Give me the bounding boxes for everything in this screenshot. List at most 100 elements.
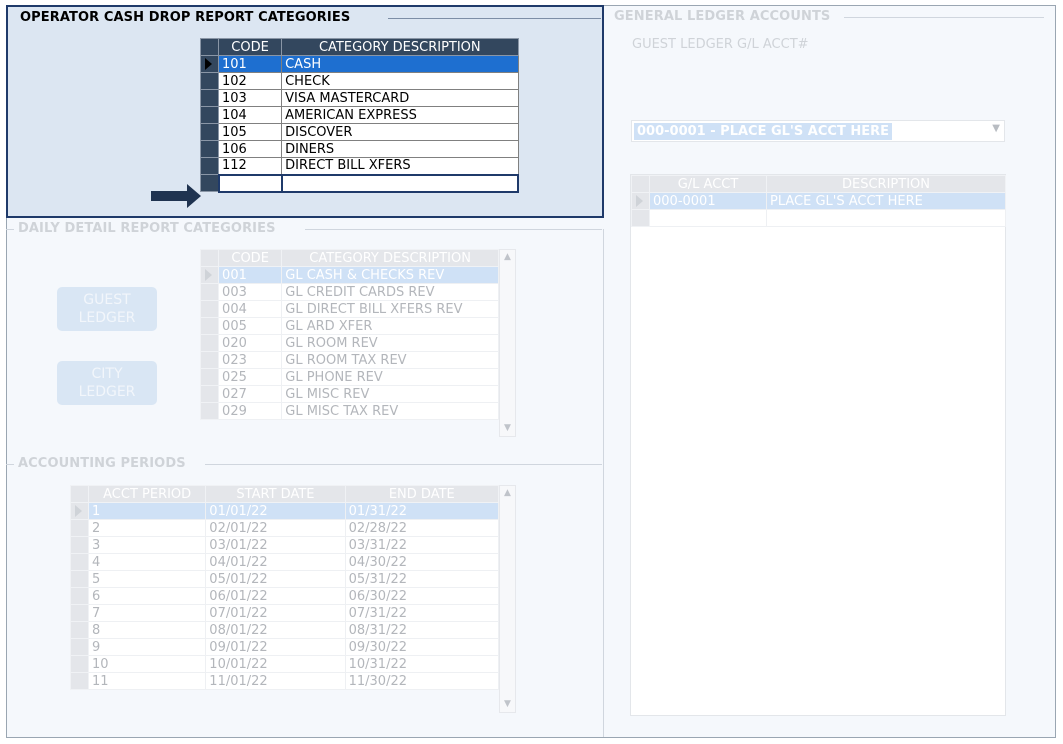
table-row[interactable]: 8 08/01/22 08/31/22: [69, 621, 500, 639]
table-row[interactable]: 027 GL MISC REV: [199, 385, 499, 403]
table-row[interactable]: 025 GL PHONE REV: [199, 368, 499, 386]
code-cell[interactable]: 112: [218, 157, 283, 175]
description-cell-empty[interactable]: [280, 173, 520, 193]
code-cell[interactable]: 102: [218, 72, 283, 90]
code-cell[interactable]: 105: [218, 123, 283, 141]
row-selector[interactable]: [199, 351, 220, 369]
row-selector[interactable]: [199, 123, 220, 141]
code-cell-empty[interactable]: [217, 173, 283, 193]
period-cell[interactable]: 6: [88, 587, 207, 605]
column-header-code[interactable]: CODE: [218, 249, 283, 267]
description-cell[interactable]: DIRECT BILL XFERS: [281, 157, 519, 175]
code-cell[interactable]: 023: [218, 351, 283, 369]
table-row[interactable]: 020 GL ROOM REV: [199, 334, 499, 352]
code-cell[interactable]: 027: [218, 385, 283, 403]
code-cell[interactable]: 003: [218, 283, 283, 301]
start-date-cell[interactable]: 07/01/22: [205, 604, 346, 622]
chevron-down-icon[interactable]: ▼: [500, 421, 515, 436]
description-cell[interactable]: GL ARD XFER: [281, 317, 499, 335]
new-row[interactable]: [631, 209, 1006, 227]
table-row[interactable]: 029 GL MISC TAX REV: [199, 402, 499, 420]
table-row[interactable]: 105 DISCOVER: [199, 123, 519, 141]
code-cell[interactable]: 103: [218, 89, 283, 107]
table-row[interactable]: 106 DINERS: [199, 140, 519, 158]
code-cell[interactable]: 004: [218, 300, 283, 318]
column-header-description[interactable]: CATEGORY DESCRIPTION: [281, 249, 499, 267]
chevron-down-icon[interactable]: ▼: [500, 697, 515, 712]
gl-acct-cell[interactable]: 000-0001: [649, 192, 767, 210]
row-selector[interactable]: [199, 317, 220, 335]
column-header-gl-acct[interactable]: G/L ACCT: [649, 175, 767, 193]
table-row[interactable]: 112 DIRECT BILL XFERS: [199, 157, 519, 175]
new-row[interactable]: [199, 173, 520, 193]
description-cell[interactable]: GL CASH & CHECKS REV: [281, 266, 499, 284]
gl-acct-cell-empty[interactable]: [649, 209, 767, 227]
start-date-cell[interactable]: 06/01/22: [205, 587, 346, 605]
table-row[interactable]: 9 09/01/22 09/30/22: [69, 638, 500, 656]
start-date-cell[interactable]: 05/01/22: [205, 570, 346, 588]
table-row[interactable]: 001 GL CASH & CHECKS REV: [199, 266, 499, 284]
start-date-cell[interactable]: 01/01/22: [205, 502, 346, 520]
start-date-cell[interactable]: 02/01/22: [205, 519, 346, 537]
code-cell[interactable]: 106: [218, 140, 283, 158]
city-ledger-button[interactable]: CITY LEDGER: [57, 361, 157, 405]
code-cell[interactable]: 020: [218, 334, 283, 352]
description-cell[interactable]: GL DIRECT BILL XFERS REV: [281, 300, 499, 318]
row-selector[interactable]: [69, 502, 90, 520]
row-selector[interactable]: [631, 192, 650, 210]
end-date-cell[interactable]: 02/28/22: [344, 519, 500, 537]
code-cell[interactable]: 005: [218, 317, 283, 335]
table-row[interactable]: 003 GL CREDIT CARDS REV: [199, 283, 499, 301]
description-cell[interactable]: AMERICAN EXPRESS: [281, 106, 519, 124]
operator-category-grid[interactable]: CODE CATEGORY DESCRIPTION 101 CASH 102 CHEC…: [199, 38, 520, 193]
row-selector[interactable]: [69, 536, 90, 554]
table-row[interactable]: 023 GL ROOM TAX REV: [199, 351, 499, 369]
code-cell[interactable]: 101: [218, 55, 283, 73]
description-cell[interactable]: GL PHONE REV: [281, 368, 499, 386]
period-cell[interactable]: 7: [88, 604, 207, 622]
chevron-up-icon[interactable]: ▲: [500, 250, 515, 265]
end-date-cell[interactable]: 01/31/22: [344, 502, 500, 520]
table-row[interactable]: 6 06/01/22 06/30/22: [69, 587, 500, 605]
start-date-cell[interactable]: 11/01/22: [205, 672, 346, 690]
period-cell[interactable]: 3: [88, 536, 207, 554]
code-cell[interactable]: 104: [218, 106, 283, 124]
row-selector[interactable]: [199, 385, 220, 403]
start-date-cell[interactable]: 09/01/22: [205, 638, 346, 656]
start-date-cell[interactable]: 10/01/22: [205, 655, 346, 673]
code-cell[interactable]: 001: [218, 266, 283, 284]
end-date-cell[interactable]: 09/30/22: [344, 638, 500, 656]
row-selector[interactable]: [199, 174, 220, 192]
period-cell[interactable]: 2: [88, 519, 207, 537]
column-header-description[interactable]: CATEGORY DESCRIPTION: [281, 38, 519, 56]
row-selector[interactable]: [69, 570, 90, 588]
table-row[interactable]: 4 04/01/22 04/30/22: [69, 553, 500, 571]
row-selector[interactable]: [631, 209, 650, 227]
end-date-cell[interactable]: 05/31/22: [344, 570, 500, 588]
description-cell[interactable]: GL ROOM TAX REV: [281, 351, 499, 369]
table-row[interactable]: 005 GL ARD XFER: [199, 317, 499, 335]
table-row[interactable]: 5 05/01/22 05/31/22: [69, 570, 500, 588]
row-selector[interactable]: [199, 157, 220, 175]
row-selector[interactable]: [69, 553, 90, 571]
start-date-cell[interactable]: 08/01/22: [205, 621, 346, 639]
end-date-cell[interactable]: 08/31/22: [344, 621, 500, 639]
gl-account-combobox[interactable]: 000-0001 - PLACE GL'S ACCT HERE ▼: [631, 120, 1005, 142]
table-row[interactable]: 3 03/01/22 03/31/22: [69, 536, 500, 554]
period-cell[interactable]: 8: [88, 621, 207, 639]
end-date-cell[interactable]: 07/31/22: [344, 604, 500, 622]
description-cell[interactable]: DINERS: [281, 140, 519, 158]
description-cell[interactable]: GL CREDIT CARDS REV: [281, 283, 499, 301]
period-cell[interactable]: 9: [88, 638, 207, 656]
table-row[interactable]: 7 07/01/22 07/31/22: [69, 604, 500, 622]
row-selector[interactable]: [69, 672, 90, 690]
description-cell[interactable]: VISA MASTERCARD: [281, 89, 519, 107]
table-row[interactable]: 2 02/01/22 02/28/22: [69, 519, 500, 537]
table-row[interactable]: 101 CASH: [199, 55, 519, 73]
table-row[interactable]: 004 GL DIRECT BILL XFERS REV: [199, 300, 499, 318]
row-selector[interactable]: [199, 368, 220, 386]
chevron-up-icon[interactable]: ▲: [500, 486, 515, 501]
gl-accounts-grid[interactable]: G/L ACCT DESCRIPTION 000-0001 PLACE GL'S …: [631, 175, 1006, 227]
row-selector[interactable]: [69, 519, 90, 537]
chevron-down-icon[interactable]: ▼: [992, 123, 1000, 134]
